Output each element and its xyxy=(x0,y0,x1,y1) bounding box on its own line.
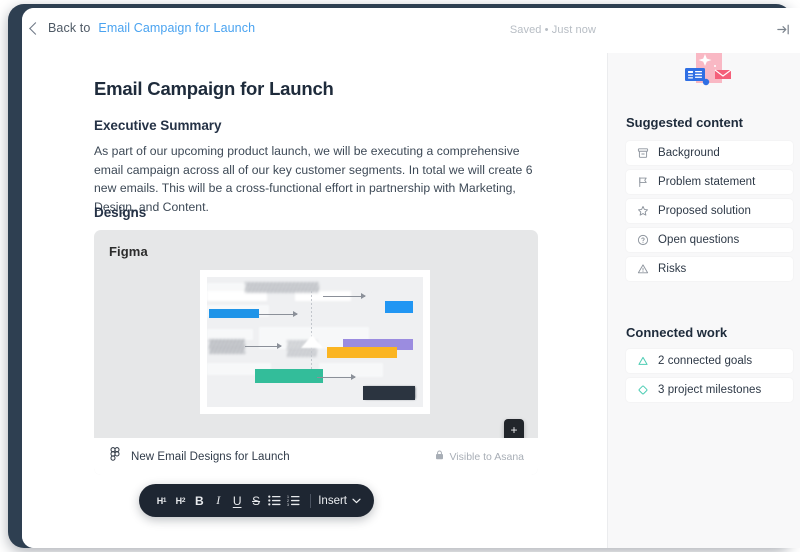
sidebar-item-project-milestones[interactable]: 3 project milestones xyxy=(626,378,793,402)
sidebar-item-label: Risks xyxy=(658,263,687,275)
numbered-list-icon[interactable]: 1 2 3 xyxy=(284,490,303,512)
sidebar-item-label: 3 project milestones xyxy=(658,384,762,396)
sidebar-item-open-questions[interactable]: Open questions xyxy=(626,228,793,252)
canvas-rect-teal xyxy=(255,369,323,383)
heading-1-button[interactable]: H1 xyxy=(152,490,171,512)
page-title: Email Campaign for Launch xyxy=(94,78,334,99)
sidebar-item-label: Proposed solution xyxy=(658,205,751,217)
goal-triangle-icon xyxy=(636,355,649,368)
figma-visibility: Visible to Asana xyxy=(435,450,524,463)
figma-embed-card[interactable]: Figma + New Email Designs for Launch Vis… xyxy=(94,230,538,475)
save-status: Saved • Just now xyxy=(509,24,596,36)
sidebar-item-risks[interactable]: Risks xyxy=(626,257,793,281)
section-body-executive-summary[interactable]: As part of our upcoming product launch, … xyxy=(94,142,538,216)
canvas-blurred-text xyxy=(245,282,319,293)
canvas-rect-dark xyxy=(363,386,415,400)
sidebar-item-label: Background xyxy=(658,147,720,159)
figma-provider-label: Figma xyxy=(109,244,148,259)
canvas-arrow xyxy=(323,293,366,299)
strikethrough-button[interactable]: S xyxy=(247,490,266,512)
zoom-in-button[interactable]: + xyxy=(510,424,517,436)
connected-work-list: 2 connected goals 3 project milestones xyxy=(626,349,793,407)
archive-box-icon xyxy=(636,147,649,160)
insert-label: Insert xyxy=(318,494,347,507)
svg-text:3: 3 xyxy=(287,503,289,506)
sidebar-item-proposed-solution[interactable]: Proposed solution xyxy=(626,199,793,223)
formatting-toolbar[interactable]: H1 H2 B I U S 1 2 3 Insert xyxy=(139,484,374,517)
figma-canvas-frame xyxy=(200,270,430,414)
lock-icon xyxy=(435,450,444,463)
figma-visibility-label: Visible to Asana xyxy=(449,450,524,463)
canvas-arrow xyxy=(259,311,298,317)
figma-logo-icon xyxy=(108,447,122,466)
sidebar-item-problem-statement[interactable]: Problem statement xyxy=(626,170,793,194)
section-heading-designs: Designs xyxy=(94,205,147,220)
bold-button[interactable]: B xyxy=(190,490,209,512)
canvas-arrow xyxy=(245,343,282,349)
canvas-rect-yellow xyxy=(327,347,397,358)
canvas-triangle-shape xyxy=(301,335,323,348)
collapse-right-icon[interactable] xyxy=(773,19,793,39)
top-bar: Back to Email Campaign for Launch Saved … xyxy=(22,8,800,53)
sidebar-heading-connected-work: Connected work xyxy=(626,325,728,340)
back-project-link[interactable]: Email Campaign for Launch xyxy=(98,21,255,35)
sidebar-item-label: 2 connected goals xyxy=(658,355,753,367)
figma-card-footer: New Email Designs for Launch Visible to … xyxy=(94,438,538,475)
section-heading-executive-summary: Executive Summary xyxy=(94,118,222,133)
italic-button[interactable]: I xyxy=(209,490,228,512)
suggested-content-list: Background Problem statement Proposed so… xyxy=(626,141,793,286)
back-label: Back to xyxy=(48,21,91,35)
sidebar-heading-suggested-content: Suggested content xyxy=(626,115,744,130)
toolbar-divider xyxy=(310,493,312,508)
app-window: Back to Email Campaign for Launch Saved … xyxy=(22,8,800,548)
figma-design-canvas[interactable] xyxy=(207,277,423,407)
warning-triangle-icon xyxy=(636,263,649,276)
underline-button[interactable]: U xyxy=(228,490,247,512)
sidebar-item-background[interactable]: Background xyxy=(626,141,793,165)
figma-file-name[interactable]: New Email Designs for Launch xyxy=(131,451,290,463)
star-icon xyxy=(636,205,649,218)
canvas-rect-blue xyxy=(209,309,259,318)
heading-2-button[interactable]: H2 xyxy=(171,490,190,512)
canvas-rect-blue-2 xyxy=(385,301,413,313)
canvas-blurred-text xyxy=(209,339,245,354)
chevron-down-icon xyxy=(352,495,361,507)
canvas-guide-line xyxy=(311,291,312,375)
canvas-arrow xyxy=(317,374,356,380)
insert-menu-button[interactable]: Insert xyxy=(318,495,361,507)
window-frame: Back to Email Campaign for Launch Saved … xyxy=(8,4,800,548)
document-body: Email Campaign for Launch Executive Summ… xyxy=(22,53,607,548)
milestone-diamond-icon xyxy=(636,384,649,397)
back-navigation[interactable]: Back to Email Campaign for Launch xyxy=(29,21,255,35)
sidebar-item-label: Problem statement xyxy=(658,176,756,188)
bulleted-list-icon[interactable] xyxy=(266,490,285,512)
sidebar-item-label: Open questions xyxy=(658,234,740,246)
chevron-left-icon xyxy=(29,21,42,35)
right-sidebar: Suggested content Background Problem sta… xyxy=(607,8,800,548)
question-circle-icon xyxy=(636,234,649,247)
flag-icon xyxy=(636,176,649,189)
sidebar-item-connected-goals[interactable]: 2 connected goals xyxy=(626,349,793,373)
